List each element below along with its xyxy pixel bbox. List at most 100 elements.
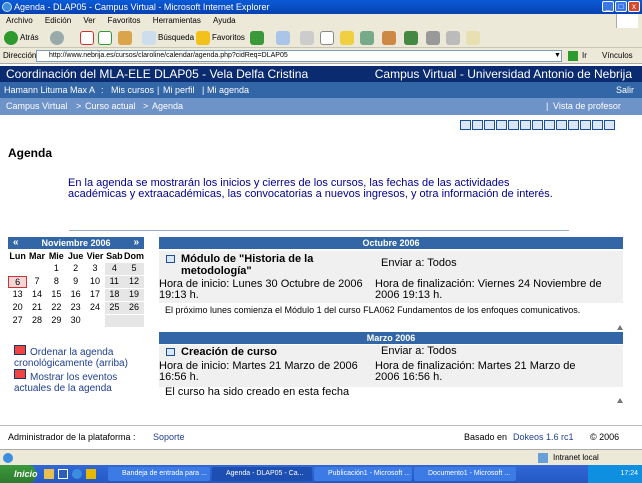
users-icon[interactable]	[592, 120, 603, 130]
calendar-day[interactable]: 9	[66, 276, 85, 288]
menu-ver[interactable]: Ver	[83, 16, 95, 25]
address-input[interactable]: http://www.nebrija.es/cursos/claroline/c…	[36, 50, 562, 62]
menu-archivo[interactable]: Archivo	[6, 16, 33, 25]
refresh-icon[interactable]	[98, 31, 112, 45]
start-button[interactable]: Inicio	[0, 465, 38, 483]
calendar-day[interactable]: 11	[104, 276, 124, 288]
messenger-icon[interactable]	[382, 31, 396, 45]
mail-icon[interactable]	[276, 31, 290, 45]
next-month-button[interactable]: »	[133, 237, 139, 249]
cut-icon[interactable]	[426, 31, 440, 45]
announcements-icon[interactable]	[532, 120, 543, 130]
folder-icon[interactable]	[340, 31, 354, 45]
edit-icon[interactable]	[320, 31, 334, 45]
task-publicacion[interactable]: Publicación1 - Microsoft ...	[314, 467, 412, 481]
clock[interactable]: 17:24	[620, 470, 638, 477]
back-button-label[interactable]: Atrás	[20, 31, 39, 45]
print-icon[interactable]	[300, 31, 314, 45]
list-icon[interactable]	[472, 120, 483, 130]
current-events-link[interactable]: Mostrar los eventos actuales de la agend…	[14, 372, 144, 394]
breadcrumb-curso[interactable]: Curso actual	[85, 98, 136, 115]
support-link[interactable]: Soporte	[153, 428, 185, 446]
ie-quicklaunch-icon[interactable]	[72, 469, 82, 479]
stop-icon[interactable]	[80, 31, 94, 45]
calendar-day[interactable]: 19	[124, 289, 144, 301]
search-icon[interactable]	[142, 31, 156, 45]
links-button[interactable]: Vínculos	[602, 48, 633, 64]
calendar-day[interactable]: 14	[27, 289, 46, 301]
back-arrow-icon[interactable]	[4, 31, 18, 45]
calendar-day[interactable]: 12	[124, 276, 144, 288]
exercises-icon[interactable]	[508, 120, 519, 130]
works-icon[interactable]	[580, 120, 591, 130]
calendar-day[interactable]: 5	[124, 263, 144, 275]
search-button-label[interactable]: Búsqueda	[158, 31, 194, 45]
links-icon[interactable]	[496, 120, 507, 130]
home-icon[interactable]	[460, 120, 471, 130]
forward-arrow-icon[interactable]	[50, 31, 64, 45]
agenda-icon[interactable]	[520, 120, 531, 130]
calendar-day[interactable]: 23	[66, 302, 85, 314]
calendar-day[interactable]: 30	[66, 315, 85, 327]
menu-edicion[interactable]: Edición	[45, 16, 71, 25]
calendar-day[interactable]: 28	[27, 315, 46, 327]
groups-icon[interactable]	[556, 120, 567, 130]
favorites-star-icon[interactable]	[196, 31, 210, 45]
history-icon[interactable]	[250, 31, 264, 45]
calendar-day[interactable]: 16	[66, 289, 85, 301]
minimize-button[interactable]: _	[602, 1, 614, 12]
outlook-icon[interactable]	[86, 469, 96, 479]
maximize-button[interactable]: □	[615, 1, 627, 12]
calendar-day[interactable]: 26	[124, 302, 144, 314]
calendar-day[interactable]: 1	[47, 263, 66, 275]
breadcrumb-agenda[interactable]: Agenda	[152, 98, 183, 115]
word-icon[interactable]	[58, 469, 68, 479]
mi-perfil-link[interactable]: Mi perfil	[163, 82, 195, 98]
breadcrumb-campus[interactable]: Campus Virtual	[6, 98, 67, 115]
course-title[interactable]: Coordinación del MLA-ELE DLAP05 - Vela D…	[6, 66, 308, 82]
calendar-day[interactable]: 3	[85, 263, 104, 275]
home-icon[interactable]	[118, 31, 132, 45]
dokeos-link[interactable]: Dokeos 1.6 rc1	[513, 428, 574, 446]
favorites-button-label[interactable]: Favoritos	[212, 31, 245, 45]
calendar-day[interactable]: 2	[66, 263, 85, 275]
task-inbox[interactable]: Bandeja de entrada para ...	[108, 467, 210, 481]
calendar-day[interactable]: 21	[27, 302, 46, 314]
mi-agenda-link[interactable]: Mi agenda	[207, 82, 249, 98]
professor-view-link[interactable]: Vista de profesor	[553, 98, 621, 115]
calendar-day[interactable]: 8	[47, 276, 66, 288]
calendar-day[interactable]: 15	[47, 289, 66, 301]
calendar-day[interactable]: 4	[104, 263, 124, 275]
forum-icon[interactable]	[544, 120, 555, 130]
paste-icon[interactable]	[466, 31, 480, 45]
task-documento[interactable]: Documento1 - Microsoft ...	[414, 467, 516, 481]
calendar-day[interactable]: 24	[85, 302, 104, 314]
copy-icon[interactable]	[446, 31, 460, 45]
chat-icon[interactable]	[568, 120, 579, 130]
calendar-day[interactable]: 29	[47, 315, 66, 327]
calendar-day[interactable]: 18	[104, 289, 124, 301]
text-color-icon[interactable]	[404, 31, 418, 45]
up-arrow-icon[interactable]	[617, 325, 623, 330]
calendar-day[interactable]: 17	[85, 289, 104, 301]
calendar-day[interactable]: 20	[8, 302, 27, 314]
go-arrow-icon[interactable]	[568, 51, 578, 61]
salir-link[interactable]: Salir	[616, 82, 634, 98]
campus-title[interactable]: Campus Virtual - Universidad Antonio de …	[375, 66, 632, 82]
close-button[interactable]: x	[628, 1, 640, 12]
menu-favoritos[interactable]: Favoritos	[108, 16, 141, 25]
menu-herramientas[interactable]: Herramientas	[153, 16, 201, 25]
quicklaunch-icon[interactable]	[44, 469, 54, 479]
calendar-day[interactable]: 27	[8, 315, 27, 327]
window-title-bar[interactable]: Agenda - DLAP05 - Campus Virtual - Micro…	[0, 0, 642, 14]
go-button[interactable]: Ir	[582, 48, 587, 64]
up-arrow-icon[interactable]	[617, 398, 623, 403]
task-agenda[interactable]: Agenda - DLAP05 - Ca...	[212, 467, 312, 481]
calendar-day[interactable]: 25	[104, 302, 124, 314]
calendar-day[interactable]: 13	[8, 289, 27, 301]
calendar-day[interactable]: 22	[47, 302, 66, 314]
documents-icon[interactable]	[484, 120, 495, 130]
mis-cursos-link[interactable]: Mis cursos	[111, 82, 154, 98]
prev-month-button[interactable]: «	[13, 237, 19, 249]
order-agenda-link[interactable]: Ordenar la agenda cronológicamente (arri…	[14, 347, 154, 369]
